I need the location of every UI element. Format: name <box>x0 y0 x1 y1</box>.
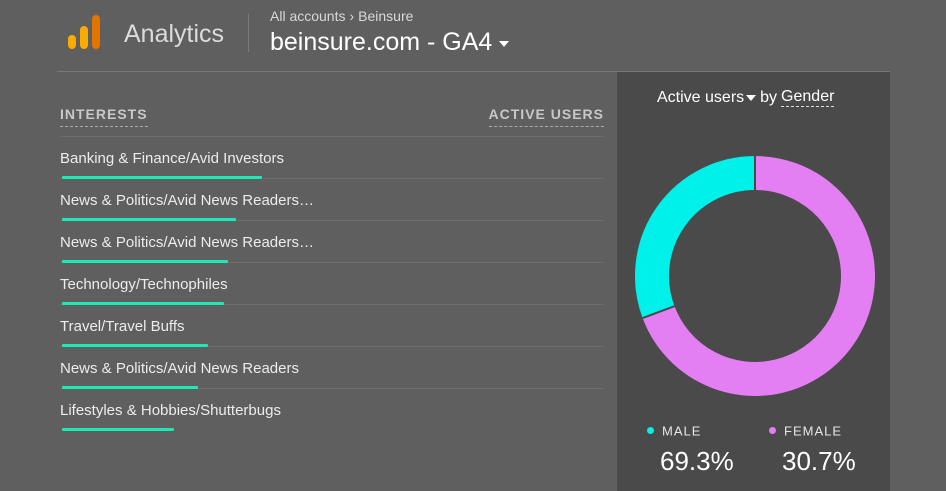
caret-down-icon <box>499 41 510 47</box>
gender-donut-chart <box>635 156 875 396</box>
column-header-active-users[interactable]: ACTIVE USERS <box>488 100 604 127</box>
table-row[interactable]: Lifestyles & Hobbies/Shutterbugs <box>60 389 604 431</box>
row-label: Lifestyles & Hobbies/Shutterbugs <box>60 402 281 419</box>
legend-male-label: MALE <box>662 423 702 439</box>
legend-female-value: 30.7% <box>782 446 856 476</box>
table-row[interactable]: News & Politics/Avid News Readers… <box>60 221 604 263</box>
legend-female: FEMALE 30.7% <box>769 422 856 477</box>
row-label: Technology/Technophiles <box>60 276 228 293</box>
table-row[interactable]: Travel/Travel Buffs <box>60 305 604 347</box>
table-rows: Banking & Finance/Avid Investors News & P… <box>60 137 604 431</box>
chevron-right-icon: › <box>349 8 355 24</box>
row-label: News & Politics/Avid News Readers… <box>60 192 314 209</box>
donut-slice-male[interactable] <box>635 156 756 319</box>
legend-male-swatch <box>647 427 654 435</box>
breadcrumb-account[interactable]: Beinsure <box>358 8 413 24</box>
legend-male: MALE 69.3% <box>647 422 734 477</box>
dimension-selector[interactable]: Gender <box>781 88 835 107</box>
table-row[interactable]: Banking & Finance/Avid Investors <box>60 137 604 179</box>
card-title: Active users by Gender <box>657 88 835 107</box>
legend-female-label: FEMALE <box>784 423 843 439</box>
gender-card: Active users by Gender MALE 69.3% FEMALE… <box>617 72 890 491</box>
breadcrumb-accounts[interactable]: All accounts <box>270 8 345 24</box>
row-label: Banking & Finance/Avid Investors <box>60 150 285 167</box>
table-row[interactable]: News & Politics/Avid News Readers… <box>60 179 604 221</box>
header-divider <box>248 14 249 52</box>
property-name: beinsure.com - GA4 <box>270 28 493 56</box>
table-row[interactable]: News & Politics/Avid News Readers <box>60 347 604 389</box>
row-label: News & Politics/Avid News Readers… <box>60 234 314 251</box>
legend-female-swatch <box>769 427 776 435</box>
table-header: INTERESTS ACTIVE USERS <box>60 100 604 137</box>
metric-selector[interactable]: Active users <box>657 89 744 107</box>
legend-male-value: 69.3% <box>660 446 734 476</box>
breadcrumb[interactable]: All accounts › Beinsure <box>270 8 413 24</box>
row-label: Travel/Travel Buffs <box>60 318 185 335</box>
row-label: News & Politics/Avid News Readers <box>60 360 299 377</box>
table-row[interactable]: Technology/Technophiles <box>60 263 604 305</box>
analytics-logo-icon <box>68 15 100 49</box>
caret-down-icon[interactable] <box>746 94 757 101</box>
row-value-bar <box>62 428 174 431</box>
property-selector[interactable]: beinsure.com - GA4 <box>270 28 510 57</box>
by-label: by <box>760 88 778 106</box>
app-name: Analytics <box>124 20 225 48</box>
interests-table: INTERESTS ACTIVE USERS Banking & Finance… <box>60 100 604 431</box>
column-header-interests[interactable]: INTERESTS <box>60 100 148 127</box>
